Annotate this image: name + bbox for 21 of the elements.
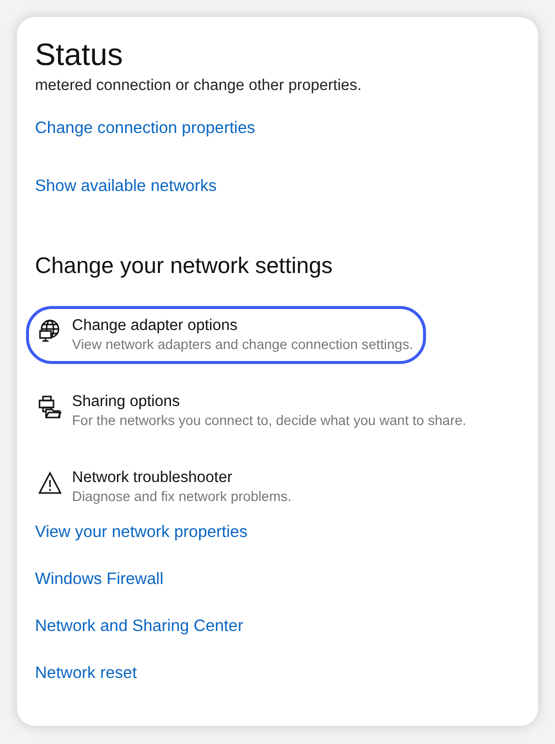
settings-link[interactable]: Show available networks <box>35 176 217 196</box>
option-description: Diagnose and fix network problems. <box>72 488 292 506</box>
settings-link[interactable]: Network reset <box>35 663 137 683</box>
section-heading: Change your network settings <box>35 252 334 280</box>
settings-link[interactable]: Network and Sharing Center <box>35 616 244 636</box>
globe-monitor-icon <box>38 319 62 343</box>
settings-link[interactable]: View your network properties <box>35 522 248 542</box>
intro-text: metered connection or change other properties. <box>35 77 363 95</box>
settings-option[interactable]: Sharing options For the networks you connect to, decide what you want to share. <box>26 382 480 440</box>
settings-link[interactable]: Windows Firewall <box>35 569 164 589</box>
option-description: View network adapters and change connection settings. <box>72 336 414 354</box>
settings-option[interactable]: Network troubleshooter Diagnose and fix network problems. <box>26 458 304 516</box>
settings-option[interactable]: Change adapter options View network adapters and change connection settings. <box>26 306 426 364</box>
option-title: Sharing options <box>72 392 181 412</box>
page-title: Status <box>35 36 124 74</box>
option-title: Network troubleshooter <box>72 468 234 488</box>
printer-folder-icon <box>38 395 62 419</box>
warning-icon <box>38 471 62 495</box>
option-title: Change adapter options <box>72 316 238 336</box>
settings-link[interactable]: Change connection properties <box>35 118 256 138</box>
option-description: For the networks you connect to, decide what you want to share. <box>72 412 466 430</box>
